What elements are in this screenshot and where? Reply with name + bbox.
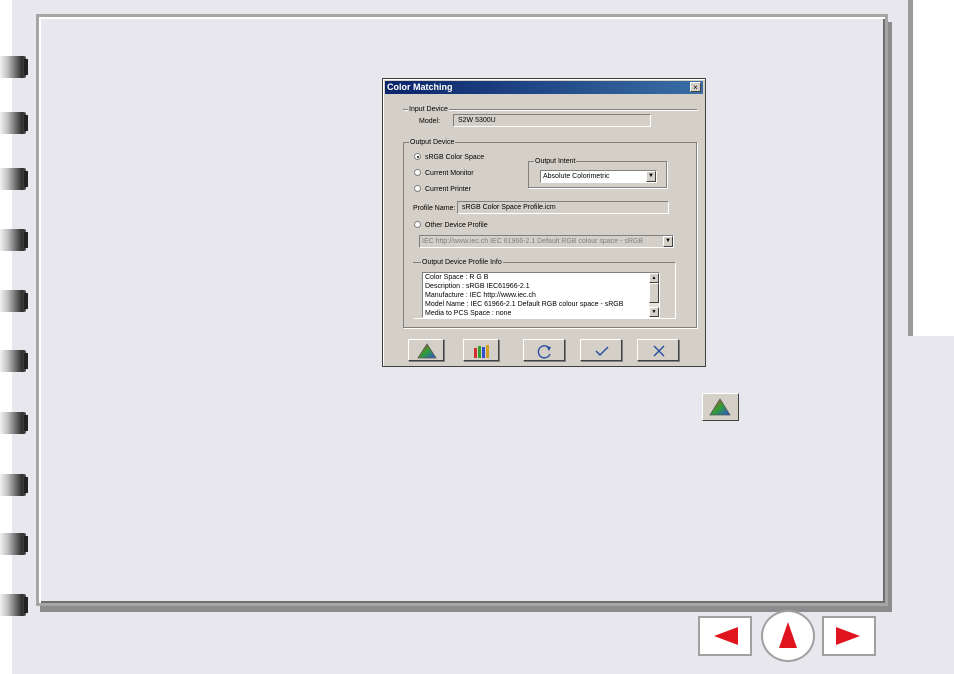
printer-radio[interactable]: [414, 185, 421, 192]
list-item: Manufacture : IEC http://www.iec.ch: [425, 292, 536, 299]
profile-name-field: sRGB Color Space Profile.icm: [457, 201, 669, 214]
other-profile-select[interactable]: IEC http://www.iec.ch IEC 61966-2.1 Defa…: [419, 235, 674, 248]
printer-radio-label[interactable]: Current Printer: [425, 185, 471, 194]
profile-info-label: Output Device Profile Info: [421, 258, 503, 267]
other-profile-radio[interactable]: [414, 221, 421, 228]
refresh-icon: [537, 345, 551, 359]
chevron-down-icon[interactable]: ▼: [663, 236, 673, 247]
close-button[interactable]: ×: [690, 82, 701, 92]
ok-button[interactable]: [580, 339, 622, 361]
model-label: Model:: [419, 118, 441, 125]
checkmark-icon: [595, 346, 609, 357]
binding-ring: [0, 412, 28, 434]
list-item: Color Space : R G B: [425, 274, 489, 281]
color-triangle-icon: [417, 343, 437, 359]
profile-info-list[interactable]: Color Space : R G B Description : sRGB I…: [422, 272, 660, 318]
input-device-group: Input Device: [403, 105, 697, 114]
x-mark-icon: [653, 345, 665, 357]
right-arrow-icon: [836, 627, 860, 645]
reset-button[interactable]: [523, 339, 565, 361]
srgb-radio[interactable]: [414, 153, 421, 160]
monitor-radio-label[interactable]: Current Monitor: [425, 169, 474, 178]
binding-ring: [0, 229, 28, 251]
output-intent-label: Output Intent: [534, 157, 577, 166]
binding-ring: [0, 112, 28, 134]
scroll-down-icon[interactable]: ▼: [649, 307, 659, 317]
output-intent-value: Absolute Colorimetric: [543, 173, 610, 180]
color-settings-icon-sample: [702, 393, 739, 421]
binding-ring: [0, 168, 28, 190]
dialog-title: Color Matching: [387, 82, 453, 92]
binding-ring: [0, 533, 28, 555]
right-margin-divider: [908, 0, 913, 336]
profile-name-label: Profile Name:: [413, 205, 456, 212]
cancel-button[interactable]: [637, 339, 679, 361]
dialog-titlebar: Color Matching ×: [385, 81, 703, 94]
other-profile-radio-label[interactable]: Other Device Profile: [425, 221, 488, 230]
chevron-down-icon[interactable]: ▼: [646, 171, 656, 182]
prev-page-button[interactable]: [698, 616, 752, 656]
binding-ring: [0, 56, 28, 78]
output-device-label: Output Device: [409, 138, 456, 147]
other-profile-value: IEC http://www.iec.ch IEC 61966-2.1 Defa…: [422, 238, 643, 245]
scroll-thumb[interactable]: [649, 283, 659, 303]
color-bars-icon: [474, 345, 489, 358]
list-scrollbar[interactable]: ▲ ▼: [649, 273, 659, 317]
list-item: Description : sRGB IEC61966-2.1: [425, 283, 530, 290]
input-device-label: Input Device: [408, 105, 449, 114]
up-page-button[interactable]: [761, 610, 815, 662]
model-field: S2W 5300U: [453, 114, 651, 127]
next-page-button[interactable]: [822, 616, 876, 656]
list-item: Model Name : IEC 61966-2.1 Default RGB c…: [425, 301, 624, 308]
left-arrow-icon: [714, 627, 738, 645]
output-intent-select[interactable]: Absolute Colorimetric ▼: [540, 170, 657, 183]
monitor-radio[interactable]: [414, 169, 421, 176]
list-item: Media to PCS Space : none: [425, 310, 512, 317]
srgb-radio-label[interactable]: sRGB Color Space: [425, 153, 484, 162]
color-matching-dialog: Color Matching × Input Device Model: S2W…: [382, 78, 706, 367]
scroll-up-icon[interactable]: ▲: [649, 273, 659, 283]
binding-ring: [0, 350, 28, 372]
binding-ring: [0, 474, 28, 496]
right-margin-strip: [908, 0, 954, 336]
calibration-button[interactable]: [463, 339, 499, 361]
up-arrow-icon: [779, 622, 797, 648]
binding-ring: [0, 290, 28, 312]
color-triangle-icon: [709, 398, 731, 416]
binding-ring: [0, 594, 28, 616]
color-settings-button[interactable]: [408, 339, 444, 361]
